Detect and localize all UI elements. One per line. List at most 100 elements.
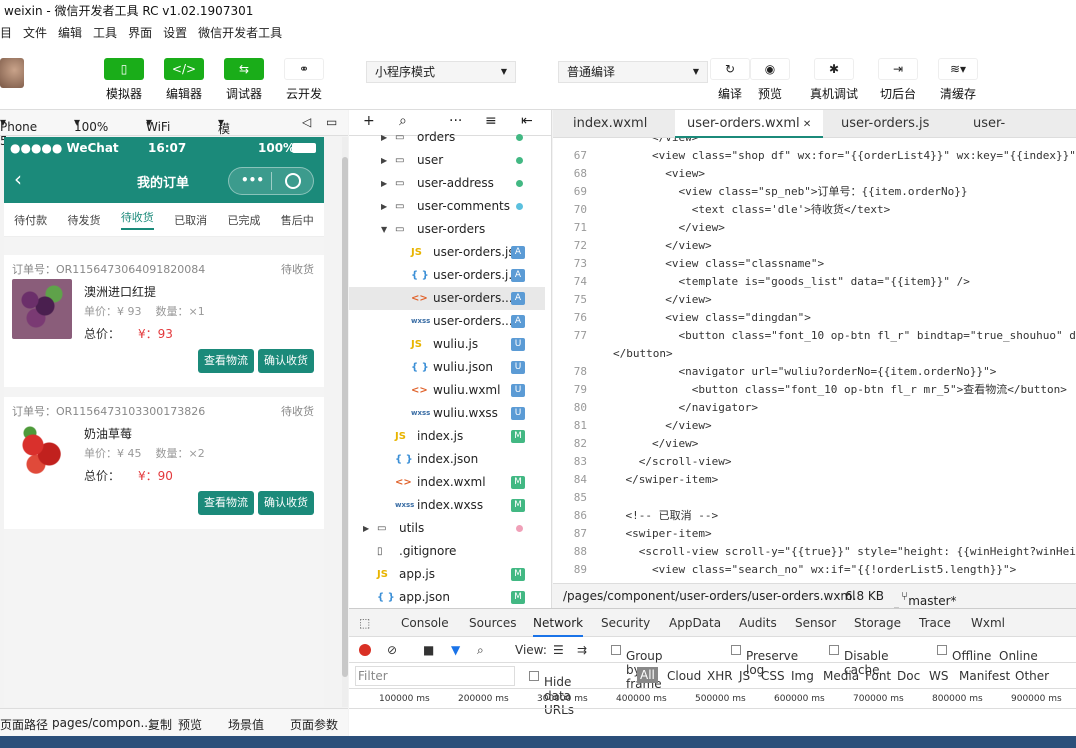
file-tree-item[interactable]: ▶ ▭ user-address bbox=[349, 172, 545, 195]
back-icon[interactable]: ‹ bbox=[14, 167, 22, 191]
tree-arrow-icon[interactable]: ▼ bbox=[381, 218, 387, 241]
window-icon[interactable]: ▭ bbox=[326, 115, 337, 129]
devtools-tab-security[interactable]: Security bbox=[601, 616, 650, 630]
confirm-receipt-button[interactable]: 确认收货 bbox=[258, 349, 314, 373]
type-filter-cloud[interactable]: Cloud bbox=[667, 669, 701, 683]
scene-value-link[interactable]: 场景值 bbox=[228, 716, 264, 733]
menu-item-0[interactable]: 目 bbox=[0, 22, 23, 44]
file-tree-item[interactable]: ▼ ▭ user-orders bbox=[349, 218, 545, 241]
waterfall-icon[interactable]: ⇉ bbox=[577, 643, 587, 657]
tree-arrow-icon[interactable]: ▶ bbox=[381, 149, 387, 172]
zoom-select[interactable]: 100% ▾ bbox=[74, 115, 108, 134]
device-select[interactable]: Phone 5 ▾ bbox=[0, 115, 37, 148]
debugger-button[interactable]: ⇆ 调试器 bbox=[214, 58, 274, 102]
mode-select[interactable]: 小程序模式 ▼ bbox=[366, 61, 516, 83]
offline-checkbox[interactable]: Offline bbox=[937, 643, 991, 663]
type-filter-font[interactable]: Font bbox=[865, 669, 891, 683]
devtools-tab-trace[interactable]: Trace bbox=[919, 616, 951, 630]
hide-data-urls-checkbox[interactable]: Hide data URLs bbox=[529, 669, 574, 717]
tree-arrow-icon[interactable]: ▶ bbox=[381, 172, 387, 195]
order-tab[interactable]: 待付款 bbox=[14, 212, 47, 228]
menu-item-3[interactable]: 工具 bbox=[93, 22, 128, 44]
editor-button[interactable]: </> 编辑器 bbox=[154, 58, 214, 102]
file-tree-item[interactable]: <> wuliu.wxml U bbox=[349, 379, 545, 402]
clear-cache-button[interactable]: ≋▾ 清缓存 bbox=[928, 58, 988, 102]
file-tree-item[interactable]: <> user-orders.... A bbox=[349, 287, 545, 310]
order-tab[interactable]: 已完成 bbox=[227, 212, 260, 228]
file-tree-item[interactable]: JS user-orders.js A bbox=[349, 241, 545, 264]
mute-icon[interactable]: ◁ bbox=[302, 115, 311, 129]
cloud-button[interactable]: ⚭ 云开发 bbox=[274, 58, 334, 102]
network-select[interactable]: WiFi ▾ bbox=[146, 115, 170, 134]
file-tree-item[interactable]: { } user-orders.j... A bbox=[349, 264, 545, 287]
file-tree-item[interactable]: JS wuliu.js U bbox=[349, 333, 545, 356]
file-tree-item[interactable]: ▶ ▭ user-comments bbox=[349, 195, 545, 218]
editor-tab[interactable]: user-orders.wxml ✕ bbox=[675, 110, 824, 138]
inspect-icon[interactable]: ⬚ bbox=[359, 616, 370, 630]
camera-icon[interactable]: ■ bbox=[423, 643, 434, 657]
file-tree-item[interactable]: wxss user-orders.... A bbox=[349, 310, 545, 333]
file-tree-item[interactable]: JS index.js M bbox=[349, 425, 545, 448]
simulator-button[interactable]: ▯ 模拟器 bbox=[94, 58, 154, 102]
page-params-link[interactable]: 页面参数 bbox=[290, 716, 338, 733]
type-filter-doc[interactable]: Doc bbox=[897, 669, 920, 683]
devtools-tab-appdata[interactable]: AppData bbox=[669, 616, 721, 630]
menu-item-2[interactable]: 编辑 bbox=[58, 22, 93, 44]
background-button[interactable]: ⇥ 切后台 bbox=[868, 58, 928, 102]
remote-debug-button[interactable]: ✱ 真机调试 bbox=[804, 58, 864, 102]
record-icon[interactable] bbox=[359, 644, 371, 656]
menu-item-1[interactable]: 文件 bbox=[23, 22, 58, 44]
order-tab[interactable]: 售后中 bbox=[281, 212, 314, 228]
devtools-tab-wxml[interactable]: Wxml bbox=[971, 616, 1005, 630]
type-filter-other[interactable]: Other bbox=[1015, 669, 1049, 683]
type-filter-xhr[interactable]: XHR bbox=[707, 669, 733, 683]
devtools-tab-audits[interactable]: Audits bbox=[739, 616, 777, 630]
confirm-receipt-button[interactable]: 确认收货 bbox=[258, 491, 314, 515]
file-tree-item[interactable]: ▶ ▭ orders bbox=[349, 126, 545, 149]
clear-icon[interactable]: ⊘ bbox=[387, 643, 397, 657]
view-logistics-button[interactable]: 查看物流 bbox=[198, 349, 254, 373]
tree-arrow-icon[interactable]: ▶ bbox=[381, 195, 387, 218]
devtools-tab-storage[interactable]: Storage bbox=[854, 616, 901, 630]
devtools-tab-sensor[interactable]: Sensor bbox=[795, 616, 836, 630]
menu-item-6[interactable]: 微信开发者工具 bbox=[198, 22, 293, 44]
git-branch[interactable]: ⑂ master* bbox=[901, 589, 957, 608]
tree-arrow-icon[interactable]: ▶ bbox=[381, 126, 387, 149]
devtools-tab-network[interactable]: Network bbox=[533, 616, 584, 637]
compile-mode-select[interactable]: 普通编译 ▼ bbox=[558, 61, 708, 83]
disable-cache-checkbox[interactable]: Disable cache bbox=[829, 643, 889, 677]
filter-input[interactable]: Filter bbox=[355, 666, 515, 686]
preserve-log-checkbox[interactable]: Preserve log bbox=[731, 643, 798, 677]
order-tab[interactable]: 待收货 bbox=[120, 209, 154, 230]
group-by-frame-checkbox[interactable]: Group by frame bbox=[611, 643, 663, 691]
type-filter-css[interactable]: CSS bbox=[761, 669, 785, 683]
close-icon[interactable]: ✕ bbox=[800, 119, 811, 130]
list-view-icon[interactable]: ☰ bbox=[553, 643, 564, 657]
search-icon[interactable]: ⌕ bbox=[477, 643, 484, 658]
tree-arrow-icon[interactable]: ▶ bbox=[363, 517, 369, 540]
file-tree-item[interactable]: wxss index.wxss M bbox=[349, 494, 545, 517]
user-avatar[interactable] bbox=[0, 58, 24, 88]
type-filter-manifest[interactable]: Manifest bbox=[959, 669, 1010, 683]
editor-tab[interactable]: user-orders.json bbox=[961, 110, 1076, 159]
close-mini-icon[interactable] bbox=[285, 173, 301, 189]
file-tree-item[interactable]: { } index.json bbox=[349, 448, 545, 471]
code-editor[interactable]: </view>67 <view class="shop df" wx:for="… bbox=[553, 138, 1076, 583]
preview-link[interactable]: 预览 bbox=[178, 716, 202, 733]
order-tab[interactable]: 已取消 bbox=[174, 212, 207, 228]
file-tree-item[interactable]: wxss wuliu.wxss U bbox=[349, 402, 545, 425]
type-filter-img[interactable]: Img bbox=[791, 669, 814, 683]
more-icon[interactable]: ••• bbox=[241, 173, 264, 187]
file-tree-item[interactable]: { } wuliu.json U bbox=[349, 356, 545, 379]
devtools-tab-console[interactable]: Console bbox=[401, 616, 449, 630]
scrollbar-thumb[interactable] bbox=[342, 157, 348, 677]
menu-item-5[interactable]: 设置 bbox=[163, 22, 198, 44]
filter-icon[interactable]: ▼ bbox=[451, 643, 460, 657]
file-tree-item[interactable]: ▯ .gitignore bbox=[349, 540, 545, 563]
simulator-scrollbar[interactable] bbox=[342, 137, 348, 707]
simulate-ops-select[interactable]: 模拟操作 ▾ bbox=[218, 115, 230, 187]
file-tree-item[interactable]: ▶ ▭ utils bbox=[349, 517, 545, 540]
view-logistics-button[interactable]: 查看物流 bbox=[198, 491, 254, 515]
copy-link[interactable]: 复制 bbox=[148, 716, 172, 733]
menu-item-4[interactable]: 界面 bbox=[128, 22, 163, 44]
